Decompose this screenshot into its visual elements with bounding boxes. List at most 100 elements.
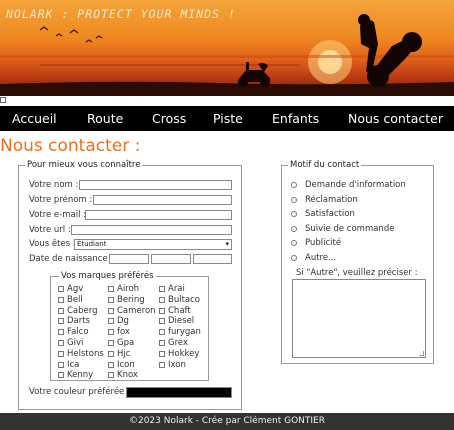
nav-item-piste[interactable]: Piste bbox=[213, 111, 243, 126]
email-input[interactable] bbox=[85, 210, 232, 220]
brand-checkbox-helstons[interactable]: Helstons bbox=[58, 349, 104, 359]
brand-checkbox-bering[interactable]: Bering bbox=[108, 295, 145, 305]
brand-label: Hjc bbox=[117, 348, 131, 359]
radio-icon bbox=[291, 211, 297, 217]
checkbox-icon bbox=[58, 329, 64, 336]
brand-checkbox-fox[interactable]: fox bbox=[108, 327, 130, 337]
brand-checkbox-diesel[interactable]: Diesel bbox=[159, 316, 194, 326]
brand-checkbox-icon[interactable]: Icon bbox=[108, 360, 135, 370]
url-input[interactable] bbox=[71, 225, 232, 235]
brand-label: Agv bbox=[67, 284, 84, 294]
nav-item-enfants[interactable]: Enfants bbox=[272, 111, 319, 126]
nav-item-route[interactable]: Route bbox=[87, 111, 123, 126]
brand-checkbox-bell[interactable]: Bell bbox=[58, 295, 83, 305]
resize-grip-icon[interactable] bbox=[419, 351, 424, 356]
checkbox-icon bbox=[58, 340, 64, 346]
brand-checkbox-chaft[interactable]: Chaft bbox=[159, 306, 191, 316]
brand-checkbox-ica[interactable]: Ica bbox=[58, 360, 79, 370]
brand-checkbox-furygan[interactable]: furygan bbox=[159, 327, 201, 337]
status-select-value: Étudiant bbox=[77, 240, 107, 248]
hidden-checkbox[interactable] bbox=[0, 97, 6, 103]
nav-item-accueil[interactable]: Accueil bbox=[12, 111, 57, 126]
brand-label: Caberg bbox=[67, 305, 98, 316]
checkbox-icon bbox=[108, 350, 114, 357]
status-row: Vous êtes : bbox=[29, 238, 76, 250]
page-title: Nous contacter : bbox=[0, 136, 141, 156]
checkbox-icon bbox=[159, 329, 165, 336]
other-textarea[interactable] bbox=[292, 279, 426, 358]
brand-label: Falco bbox=[67, 327, 89, 338]
brand-checkbox-caberg[interactable]: Caberg bbox=[58, 306, 98, 316]
birth-month-input[interactable] bbox=[151, 254, 191, 264]
checkbox-icon bbox=[159, 340, 165, 346]
checkbox-icon bbox=[58, 296, 64, 303]
checkbox-icon bbox=[159, 307, 165, 314]
name-label: Votre nom : bbox=[29, 180, 79, 190]
nav-item-cross[interactable]: Cross bbox=[152, 111, 186, 126]
motif-option-publicite[interactable]: Publicité bbox=[291, 238, 341, 248]
brand-checkbox-ixon[interactable]: Ixon bbox=[159, 360, 186, 370]
brand-label: Gpa bbox=[117, 338, 135, 348]
brand-label: Kenny bbox=[67, 370, 94, 381]
identity-legend: Pour mieux vous connaître bbox=[25, 160, 143, 170]
brand-checkbox-airoh[interactable]: Airoh bbox=[108, 284, 139, 294]
checkbox-icon bbox=[58, 286, 64, 292]
checkbox-icon bbox=[159, 318, 165, 325]
brand-checkbox-falco[interactable]: Falco bbox=[58, 327, 89, 337]
brands-legend: Vos marques préférés bbox=[59, 271, 156, 281]
brand-label: Ixon bbox=[168, 359, 186, 370]
checkbox-icon bbox=[159, 350, 165, 357]
motif-option-reclamation[interactable]: Réclamation bbox=[291, 195, 358, 205]
motif-option-satisfaction[interactable]: Satisfaction bbox=[291, 209, 355, 219]
brand-label: Arai bbox=[168, 284, 185, 294]
checkbox-icon bbox=[58, 318, 64, 325]
checkbox-icon bbox=[159, 296, 165, 303]
firstname-input[interactable] bbox=[93, 195, 232, 205]
radio-icon bbox=[291, 255, 297, 261]
checkbox-icon bbox=[108, 329, 114, 336]
birth-day-input[interactable] bbox=[109, 254, 149, 264]
brand-label: Bultaco bbox=[168, 294, 200, 305]
brand-checkbox-givi[interactable]: Givi bbox=[58, 338, 83, 348]
checkbox-icon bbox=[108, 361, 114, 368]
name-input[interactable] bbox=[79, 180, 232, 190]
brand-label: furygan bbox=[168, 327, 201, 338]
header-banner: NOLARK : PROTECT YOUR MINDS ! bbox=[0, 0, 454, 96]
radio-icon bbox=[291, 197, 297, 203]
brand-checkbox-kenny[interactable]: Kenny bbox=[58, 370, 93, 380]
nav-item-nous-contacter[interactable]: Nous contacter bbox=[348, 111, 443, 126]
footer: ©2023 Nolark - Crée par Clément GONTIER bbox=[0, 413, 454, 430]
brand-checkbox-hjc[interactable]: Hjc bbox=[108, 349, 130, 359]
url-label: Votre url : bbox=[29, 225, 71, 235]
banner-title: NOLARK : PROTECT YOUR MINDS ! bbox=[6, 7, 236, 21]
color-picker[interactable] bbox=[126, 387, 232, 398]
brand-label: Hokkey bbox=[168, 348, 200, 359]
email-row: Votre e-mail : bbox=[29, 209, 86, 221]
brand-checkbox-dg[interactable]: Dg bbox=[108, 316, 129, 326]
brand-checkbox-hokkey[interactable]: Hokkey bbox=[159, 349, 199, 359]
firstname-label: Votre prénom : bbox=[29, 195, 93, 205]
brand-checkbox-gpa[interactable]: Gpa bbox=[108, 338, 134, 348]
brand-checkbox-arai[interactable]: Arai bbox=[159, 284, 185, 294]
brand-checkbox-darts[interactable]: Darts bbox=[58, 316, 90, 326]
brand-label: fox bbox=[117, 327, 130, 338]
checkbox-icon bbox=[58, 350, 64, 357]
motif-option-autre[interactable]: Autre... bbox=[291, 253, 336, 263]
status-select[interactable]: Étudiant ▾ bbox=[74, 239, 232, 250]
url-row: Votre url : bbox=[29, 224, 71, 236]
firstname-row: Votre prénom : bbox=[29, 194, 92, 206]
birth-year-input[interactable] bbox=[193, 254, 232, 264]
name-row: Votre nom : bbox=[29, 179, 78, 191]
brand-checkbox-agv[interactable]: Agv bbox=[58, 284, 83, 294]
checkbox-icon bbox=[58, 361, 64, 368]
brand-checkbox-knox[interactable]: Knox bbox=[108, 370, 138, 380]
brand-checkbox-cameron[interactable]: Cameron bbox=[108, 306, 156, 316]
brand-label: Diesel bbox=[168, 316, 195, 327]
brand-checkbox-grex[interactable]: Grex bbox=[159, 338, 188, 348]
brand-checkbox-bultaco[interactable]: Bultaco bbox=[159, 295, 200, 305]
brand-label: Bell bbox=[67, 294, 83, 305]
motif-option-information[interactable]: Demande d'information bbox=[291, 180, 406, 190]
checkbox-icon bbox=[159, 286, 165, 292]
motif-option-commande[interactable]: Suivie de commande bbox=[291, 224, 394, 234]
radio-icon bbox=[291, 240, 297, 246]
